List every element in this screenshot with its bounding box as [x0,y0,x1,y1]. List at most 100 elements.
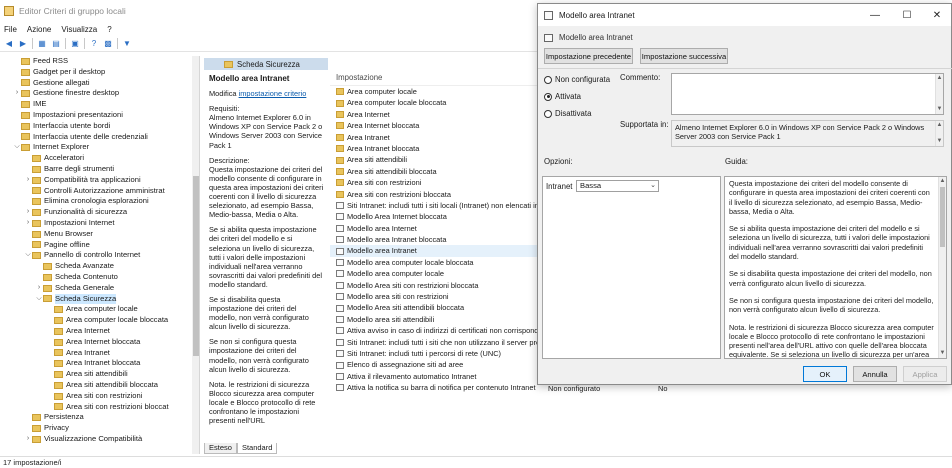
tree-node[interactable]: Controlli Autorizzazione amministrat [0,186,199,197]
tab-standard[interactable]: Standard [236,443,278,454]
close-icon[interactable]: ✕ [922,4,952,26]
settings-row[interactable]: Modello Area Internet bloccata [330,211,540,222]
menu-visualizza[interactable]: Visualizza [61,25,97,34]
settings-row[interactable]: Modello area siti con restrizioni [330,291,540,302]
previous-setting-button[interactable]: Impostazione precedente [544,48,633,64]
supported-scrollbar[interactable]: ▲ ▼ [935,121,943,146]
tree-node[interactable]: Interfaccia utente delle credenziali [0,132,199,143]
tree-node[interactable]: Area Intranet [0,348,199,359]
tree-scrollbar[interactable] [192,56,199,454]
tree-node[interactable]: Scheda Avanzate [0,261,199,272]
settings-row[interactable]: Siti Intranet: includi tutti i siti che … [330,337,540,348]
properties-icon[interactable]: ▩ [103,39,113,49]
settings-row[interactable]: Attiva il rilevamento automatico Intrane… [330,371,540,382]
next-setting-button[interactable]: Impostazione successiva [640,48,728,64]
minimize-icon[interactable]: — [860,4,890,26]
settings-row[interactable]: Elenco di assegnazione siti ad aree [330,359,540,370]
chevron-down-icon[interactable]: ⌵ [35,294,43,305]
comment-scrollbar[interactable]: ▲ ▼ [935,74,943,114]
chevron-right-icon[interactable]: › [24,207,32,218]
menu-azione[interactable]: Azione [27,25,51,34]
settings-row[interactable]: Area Intranet [330,132,540,143]
settings-row[interactable]: Siti Intranet: includi tutti i siti loca… [330,200,540,211]
tree-scrollbar-thumb[interactable] [193,176,199,356]
tree-node[interactable]: Area computer locale bloccata [0,315,199,326]
settings-row[interactable]: Area computer locale bloccata [330,97,540,108]
settings-row[interactable]: Area computer locale [330,86,540,97]
settings-row[interactable]: Area siti attendibili bloccata [330,166,540,177]
tree-node[interactable]: Area siti con restrizioni [0,391,199,402]
chevron-down-icon[interactable]: ⌵ [24,250,32,261]
tree-node[interactable]: ⌵ Scheda Sicurezza [0,293,199,305]
tab-esteso[interactable]: Esteso [204,443,237,454]
tree-node[interactable]: Elimina cronologia esplorazioni [0,196,199,207]
settings-row[interactable]: Area Internet [330,109,540,120]
settings-row[interactable]: Area Internet bloccata [330,120,540,131]
tree-node[interactable]: › Impostazioni Internet [0,218,199,229]
tree-node[interactable]: Gestione allegati [0,78,199,89]
chevron-right-icon[interactable]: › [13,88,21,99]
radio-disabled[interactable]: Disattivata [544,109,591,118]
tree-node[interactable]: Area Intranet bloccata [0,358,199,369]
comment-textarea[interactable]: ▲ ▼ [671,73,944,115]
settings-row[interactable]: Attiva avviso in caso di indirizzi di ce… [330,325,540,336]
tree-node[interactable]: › Gestione finestre desktop [0,88,199,99]
chevron-right-icon[interactable]: › [24,175,32,186]
tree-node[interactable]: Area Internet [0,326,199,337]
tree-node[interactable]: Pagine offline [0,240,199,251]
radio-enabled[interactable]: Attivata [544,92,581,101]
settings-row[interactable]: Area siti attendibili [330,154,540,165]
tree-node[interactable]: › Compatibilità tra applicazioni [0,175,199,186]
chevron-right-icon[interactable]: › [24,434,32,445]
tree-node[interactable]: Area siti attendibili [0,369,199,380]
settings-row[interactable]: Modello area Intranet [330,245,540,257]
help-icon[interactable]: ? [89,39,99,49]
tree-node[interactable]: › Visualizzazione Compatibilità [0,434,199,445]
menu-file[interactable]: File [4,25,17,34]
settings-row[interactable]: Area Intranet bloccata [330,143,540,154]
settings-row[interactable]: Modello area computer locale bloccata [330,257,540,268]
edit-policy-link[interactable]: impostazione criterio [239,89,307,98]
ok-button[interactable]: OK [803,366,847,382]
settings-row[interactable]: Modello Area siti attendibili bloccata [330,302,540,313]
tree-node[interactable]: Privacy [0,423,199,434]
settings-row[interactable]: Area siti con restrizioni bloccata [330,189,540,200]
cancel-button[interactable]: Annulla [853,366,897,382]
back-arrow-icon[interactable]: ◀ [4,39,14,49]
tree-node[interactable]: Feed RSS [0,56,199,67]
tree-node[interactable]: IME [0,99,199,110]
security-level-select[interactable]: Bassa ⌄ [576,180,659,192]
radio-disabled-dot[interactable] [544,109,552,118]
settings-row[interactable]: Siti Intranet: includi tutti i percorsi … [330,348,540,359]
tree-node[interactable]: Scheda Contenuto [0,272,199,283]
chevron-down-icon[interactable]: ⌵ [13,142,21,153]
radio-not-configured-dot[interactable] [544,75,552,84]
maximize-icon[interactable]: ☐ [892,4,922,26]
settings-row[interactable]: Attiva la notifica su barra di notifica … [330,382,540,393]
show-hide-tree-icon[interactable]: ▤ [51,39,61,49]
tree-node[interactable]: Acceleratori [0,153,199,164]
tree-node[interactable]: ⌵ Internet Explorer [0,142,199,153]
tree-node[interactable]: Area siti attendibili bloccata [0,380,199,391]
radio-enabled-dot[interactable] [544,92,552,101]
scroll-down-icon[interactable]: ▼ [939,349,946,358]
tree-node[interactable]: › Funzionalità di sicurezza [0,207,199,218]
filter-icon[interactable]: ▼ [122,39,132,49]
settings-row[interactable]: Modello area Intranet bloccata [330,234,540,245]
settings-row[interactable]: Modello area Internet [330,223,540,234]
export-list-icon[interactable]: ▣ [70,39,80,49]
settings-row[interactable]: Modello Area siti con restrizioni blocca… [330,280,540,291]
tree-node[interactable]: ⌵ Pannello di controllo Internet [0,250,199,261]
chevron-right-icon[interactable]: › [24,218,32,229]
tree-node[interactable]: Area computer locale [0,304,199,315]
apply-button[interactable]: Applica [903,366,947,382]
scroll-up-icon[interactable]: ▲ [939,177,946,186]
help-scrollbar-thumb[interactable] [940,187,945,247]
tree-node[interactable]: Area siti con restrizioni bloccat [0,402,199,413]
tree-node[interactable]: Persistenza [0,412,199,423]
tree-node[interactable]: Impostazioni presentazioni [0,110,199,121]
tree-node[interactable]: Barre degli strumenti [0,164,199,175]
settings-row[interactable]: Modello area siti attendibili [330,314,540,325]
tree-node[interactable]: Menu Browser [0,229,199,240]
tree-node[interactable]: Gadget per il desktop [0,67,199,78]
